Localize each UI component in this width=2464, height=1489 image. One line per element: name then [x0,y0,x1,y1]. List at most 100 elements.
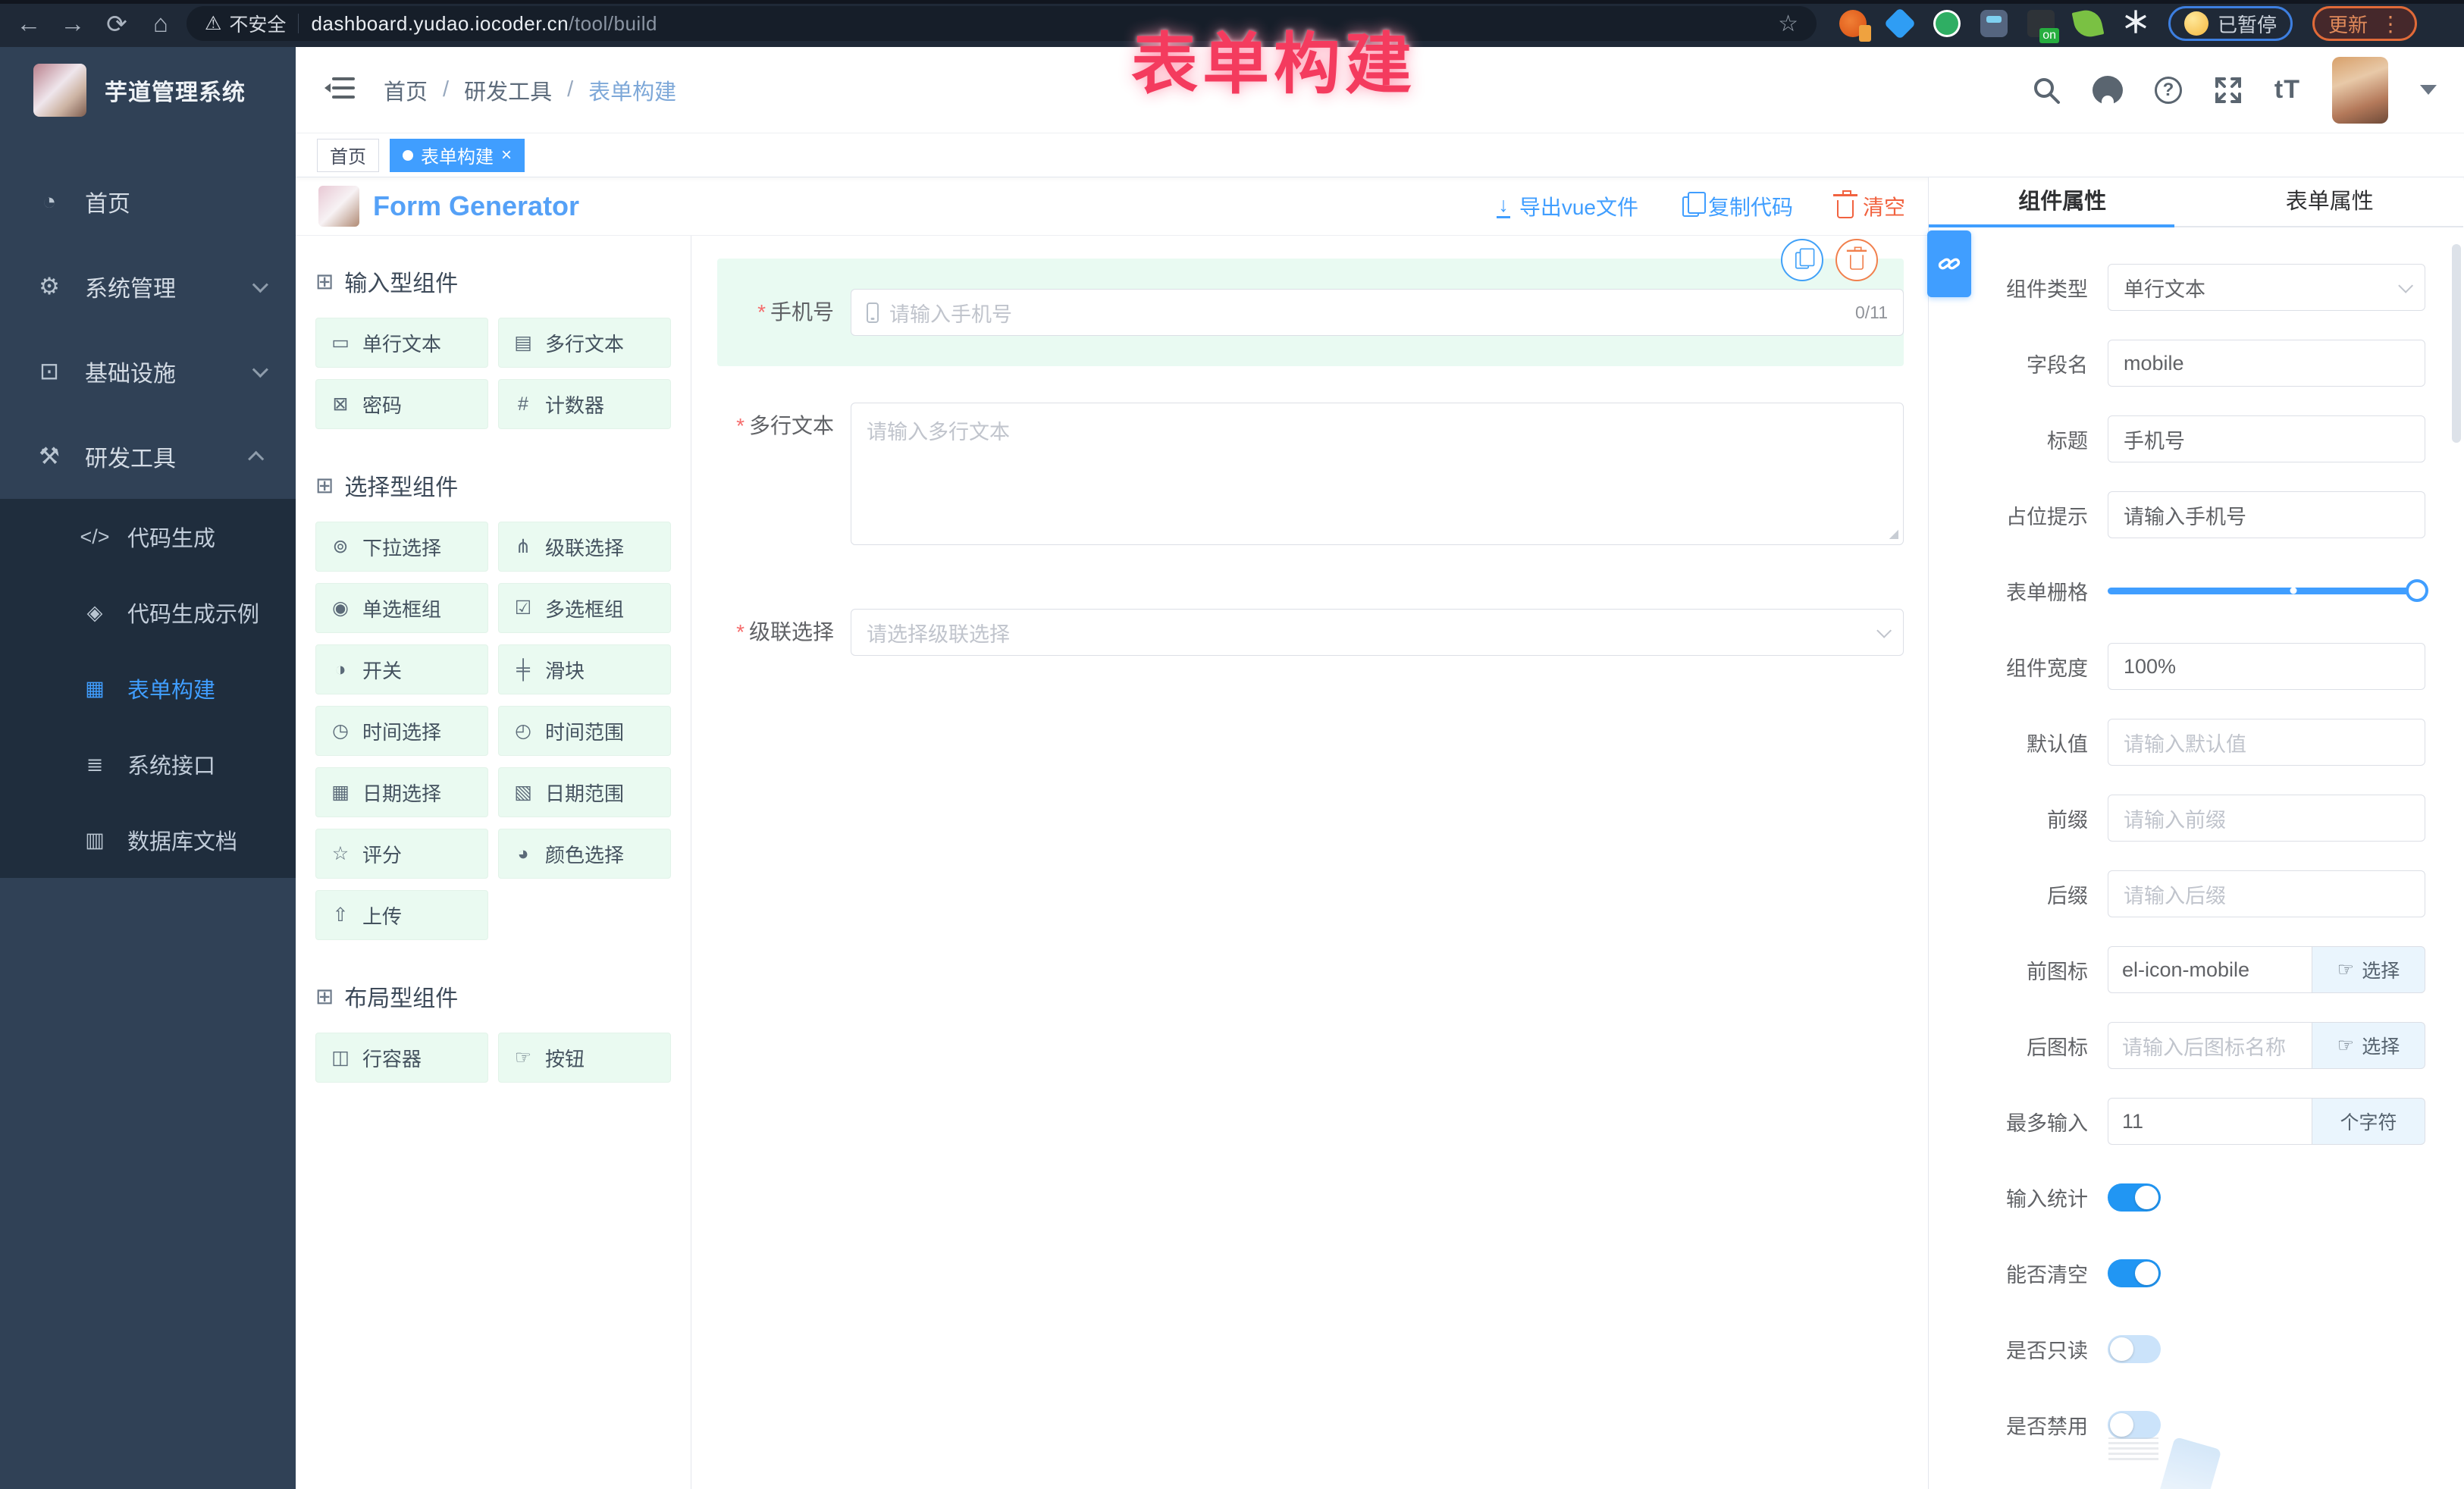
导出vue文件-button[interactable]: ↓导出vue文件 [1497,191,1638,221]
prop-input-字段名[interactable]: mobile [2108,340,2425,387]
canvas-field-多行文本[interactable]: *多行文本请输入多行文本◢ [717,403,1904,545]
tab-组件属性[interactable]: 组件属性 [1929,177,2196,226]
append-button-选择[interactable]: ☞选择 [2312,946,2425,993]
app-logo-row[interactable]: 芋道管理系统 [0,47,296,133]
palette-item-滑块[interactable]: ╪滑块 [498,644,671,694]
slider-handle[interactable] [2406,579,2428,602]
toggle-输入统计[interactable] [2108,1183,2161,1212]
duplicate-field-button[interactable] [1781,239,1823,281]
extension-icon[interactable] [2072,8,2105,40]
collapse-sidebar-icon[interactable] [323,73,356,107]
site-security-warning[interactable]: ⚠ 不安全 [205,10,286,37]
toggle-是否只读[interactable] [2108,1335,2161,1363]
extension-icon[interactable] [1839,10,1867,37]
prop-select-组件类型[interactable]: 单行文本 [2108,264,2425,311]
prop-input-前缀[interactable]: 请输入前缀 [2108,795,2425,842]
palette-item-按钮[interactable]: ☞按钮 [498,1033,671,1083]
search-icon[interactable] [2032,76,2061,105]
breadcrumb-item[interactable]: 首页 [384,74,428,106]
palette-item-开关[interactable]: ◑开关 [315,644,488,694]
address-bar[interactable]: ⚠ 不安全 dashboard.yudao.iocoder.cn/tool/bu… [187,6,1817,41]
textarea-input[interactable]: 请输入多行文本◢ [851,403,1904,545]
palette-item-上传[interactable]: ⇧上传 [315,890,488,940]
browser-update-button[interactable]: 更新 ⋮ [2312,6,2417,41]
sidebar-subitem-数据库文档[interactable]: ▥数据库文档 [0,802,296,878]
link-handle-button[interactable] [1927,230,1971,297]
palette-item-时间选择[interactable]: ◷时间选择 [315,706,488,756]
palette-item-颜色选择[interactable]: ◕颜色选择 [498,829,671,879]
select-input[interactable]: 请选择级联选择 [851,609,1904,656]
extension-icon[interactable] [2027,10,2055,37]
palette-item-日期范围[interactable]: ▧日期范围 [498,767,671,817]
delete-field-button[interactable] [1835,239,1878,281]
toggle-能否清空[interactable] [2108,1259,2161,1287]
sidebar-item-研发工具[interactable]: ⚒研发工具 [0,414,296,499]
palette-item-计数器[interactable]: #计数器 [498,379,671,429]
prop-input-标题[interactable]: 手机号 [2108,415,2425,462]
palette-item-下拉选择[interactable]: ⊚下拉选择 [315,522,488,572]
breadcrumb-item[interactable]: 研发工具 [464,74,552,106]
help-icon[interactable]: ? [2155,77,2182,104]
palette-item-级联选择[interactable]: ⋔级联选择 [498,522,671,572]
prop-input-占位提示[interactable]: 请输入手机号 [2108,491,2425,538]
append-button-个字符[interactable]: 个字符 [2312,1098,2425,1145]
tab-首页[interactable]: 首页 [317,139,379,172]
canvas-field-手机号[interactable]: *手机号请输入手机号0/11 [717,259,1904,366]
close-icon[interactable]: × [501,146,512,165]
palette-item-密码[interactable]: ⊠密码 [315,379,488,429]
prop-input-后图标[interactable]: 请输入后图标名称 [2108,1022,2312,1069]
bookmark-star-icon[interactable]: ☆ [1778,11,1798,37]
sidebar-subitem-系统接口[interactable]: ≣系统接口 [0,726,296,802]
sidebar-item-基础设施[interactable]: ⊡基础设施 [0,329,296,414]
按钮-icon: ☞ [511,1046,535,1069]
canvas-field-级联选择[interactable]: *级联选择请选择级联选择 [717,609,1904,656]
sidebar-item-首页[interactable]: ◔首页 [0,159,296,244]
prop-input-后缀[interactable]: 请输入后缀 [2108,870,2425,917]
forward-icon[interactable]: → [55,9,91,38]
palette-item-时间范围[interactable]: ◴时间范围 [498,706,671,756]
grid-slider[interactable] [2108,567,2425,614]
extension-icon[interactable] [1980,10,2008,37]
scrollbar-thumb[interactable] [2452,244,2461,443]
input-value: 手机号 [2124,425,2185,454]
palette-item-多行文本[interactable]: ▤多行文本 [498,318,671,368]
prop-input-组件宽度[interactable]: 100% [2108,643,2425,690]
复制代码-button[interactable]: 复制代码 [1682,191,1793,221]
palette-item-评分[interactable]: ☆评分 [315,829,488,879]
清空-button[interactable]: 清空 [1837,191,1905,221]
palette-section: ⊞选择型组件⊚下拉选择⋔级联选择◉单选框组☑多选框组◑开关╪滑块◷时间选择◴时间… [315,469,671,940]
append-button-选择[interactable]: ☞选择 [2312,1022,2425,1069]
browser-menu-icon[interactable]: ⋮ [2380,11,2401,36]
extension-icon[interactable] [1933,10,1961,37]
pointer-icon: ☞ [2337,1034,2354,1057]
palette-item-行容器[interactable]: ◫行容器 [315,1033,488,1083]
palette-item-多选框组[interactable]: ☑多选框组 [498,583,671,633]
text-input[interactable]: 请输入手机号0/11 [851,289,1904,336]
sidebar-subitem-表单构建[interactable]: ▦表单构建 [0,650,296,726]
extension-icon[interactable]: ＊ [2121,10,2149,37]
tab-表单构建[interactable]: 表单构建× [390,139,525,172]
tab-表单属性[interactable]: 表单属性 [2196,177,2464,226]
fullscreen-icon[interactable] [2214,76,2243,105]
scrollbar[interactable] [2452,230,2461,1489]
sidebar-item-系统管理[interactable]: ⚙系统管理 [0,244,296,329]
home-icon[interactable]: ⌂ [143,9,179,38]
prop-input-前图标[interactable]: el-icon-mobile [2108,946,2312,993]
sidebar-subitem-代码生成[interactable]: </>代码生成 [0,499,296,575]
github-icon[interactable] [2093,76,2123,105]
reload-icon[interactable]: ⟳ [99,9,135,39]
back-icon[interactable]: ← [11,9,47,38]
toggle-是否禁用[interactable] [2108,1411,2161,1439]
prop-input-默认值[interactable]: 请输入默认值 [2108,719,2425,766]
form-canvas[interactable]: *手机号请输入手机号0/11 *多行文本请输入多行文本◢ *级联选择请选择级联选择 [691,236,1928,1489]
user-menu-caret-icon[interactable] [2420,85,2437,95]
sidebar-subitem-代码生成示例[interactable]: ◈代码生成示例 [0,575,296,650]
palette-item-日期选择[interactable]: ▦日期选择 [315,767,488,817]
extension-icon[interactable] [1884,8,1916,39]
user-avatar[interactable] [2332,57,2388,124]
palette-item-单行文本[interactable]: ▭单行文本 [315,318,488,368]
palette-item-单选框组[interactable]: ◉单选框组 [315,583,488,633]
font-size-icon[interactable]: tT [2274,75,2300,105]
paused-extension-pill[interactable]: 已暂停 [2168,6,2293,41]
prop-input-最多输入[interactable]: 11 [2108,1098,2312,1145]
